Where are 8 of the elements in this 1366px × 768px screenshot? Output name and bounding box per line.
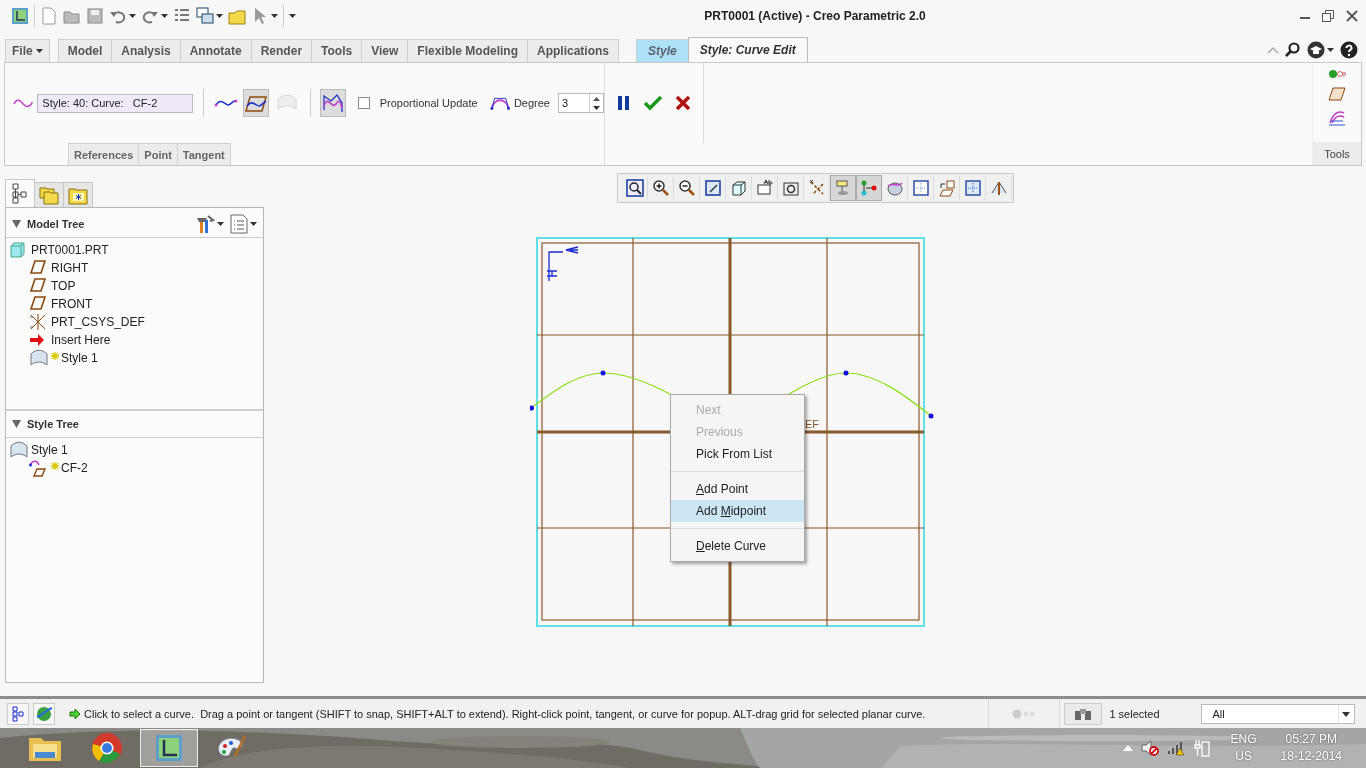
panel-title: Style Tree [27,418,79,430]
selection-count: 1 selected [1108,707,1161,720]
window-title: PRT0001 (Active) - Creo Parametric 2.0 [704,9,926,23]
datum-label: EF [805,418,820,430]
status-message: Click to select a curve. Drag a point or tangent (SHIFT to snap, SHIFT+ALT to extend). Right-click point, tangent, or curve for popup. ALT-drag grid for selected planar curve. [84,707,926,720]
panel-title: Model Tree [27,218,85,230]
degree-label: Degree [513,97,550,109]
checkbox-label: Proportional Update [379,97,478,109]
